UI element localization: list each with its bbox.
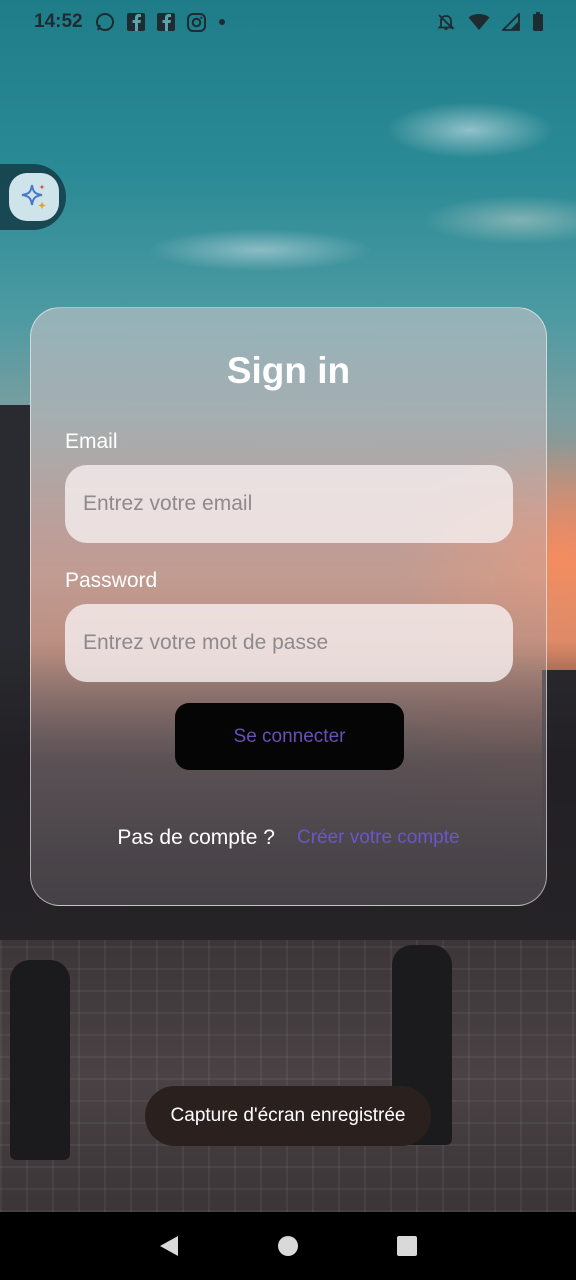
signup-question: Pas de compte ? bbox=[117, 826, 275, 849]
status-time: 14:52 bbox=[34, 11, 83, 32]
login-button[interactable]: Se connecter bbox=[175, 703, 404, 770]
system-nav-bar bbox=[0, 1212, 576, 1280]
facebook-icon bbox=[156, 13, 175, 31]
whatsapp-icon bbox=[95, 12, 115, 32]
recents-icon[interactable] bbox=[387, 1226, 427, 1266]
battery-icon bbox=[532, 12, 544, 32]
status-bar: 14:52 bbox=[0, 0, 576, 44]
facebook-icon bbox=[126, 13, 145, 31]
back-icon[interactable] bbox=[149, 1226, 189, 1266]
assistant-floating-button[interactable] bbox=[0, 164, 66, 230]
email-field[interactable] bbox=[65, 465, 513, 543]
email-label: Email bbox=[65, 430, 118, 453]
bell-off-icon bbox=[436, 12, 456, 32]
password-label: Password bbox=[65, 569, 158, 592]
signup-row: Pas de compte ? Créer votre compte bbox=[31, 826, 546, 850]
screenshot-saved-toast: Capture d'écran enregistrée bbox=[145, 1086, 431, 1146]
dot-icon bbox=[218, 18, 226, 26]
background-pavement bbox=[0, 940, 576, 1212]
card-title: Sign in bbox=[226, 350, 351, 391]
signal-icon bbox=[502, 13, 520, 31]
sign-in-card: Sign in Email Password Se connecter Pas … bbox=[30, 307, 547, 906]
wifi-icon bbox=[468, 13, 490, 31]
home-icon[interactable] bbox=[268, 1226, 308, 1266]
sparkle-icon[interactable] bbox=[9, 173, 59, 221]
background-person bbox=[10, 960, 70, 1160]
create-account-link[interactable]: Créer votre compte bbox=[297, 827, 460, 849]
password-field[interactable] bbox=[65, 604, 513, 682]
instagram-icon bbox=[186, 12, 206, 32]
